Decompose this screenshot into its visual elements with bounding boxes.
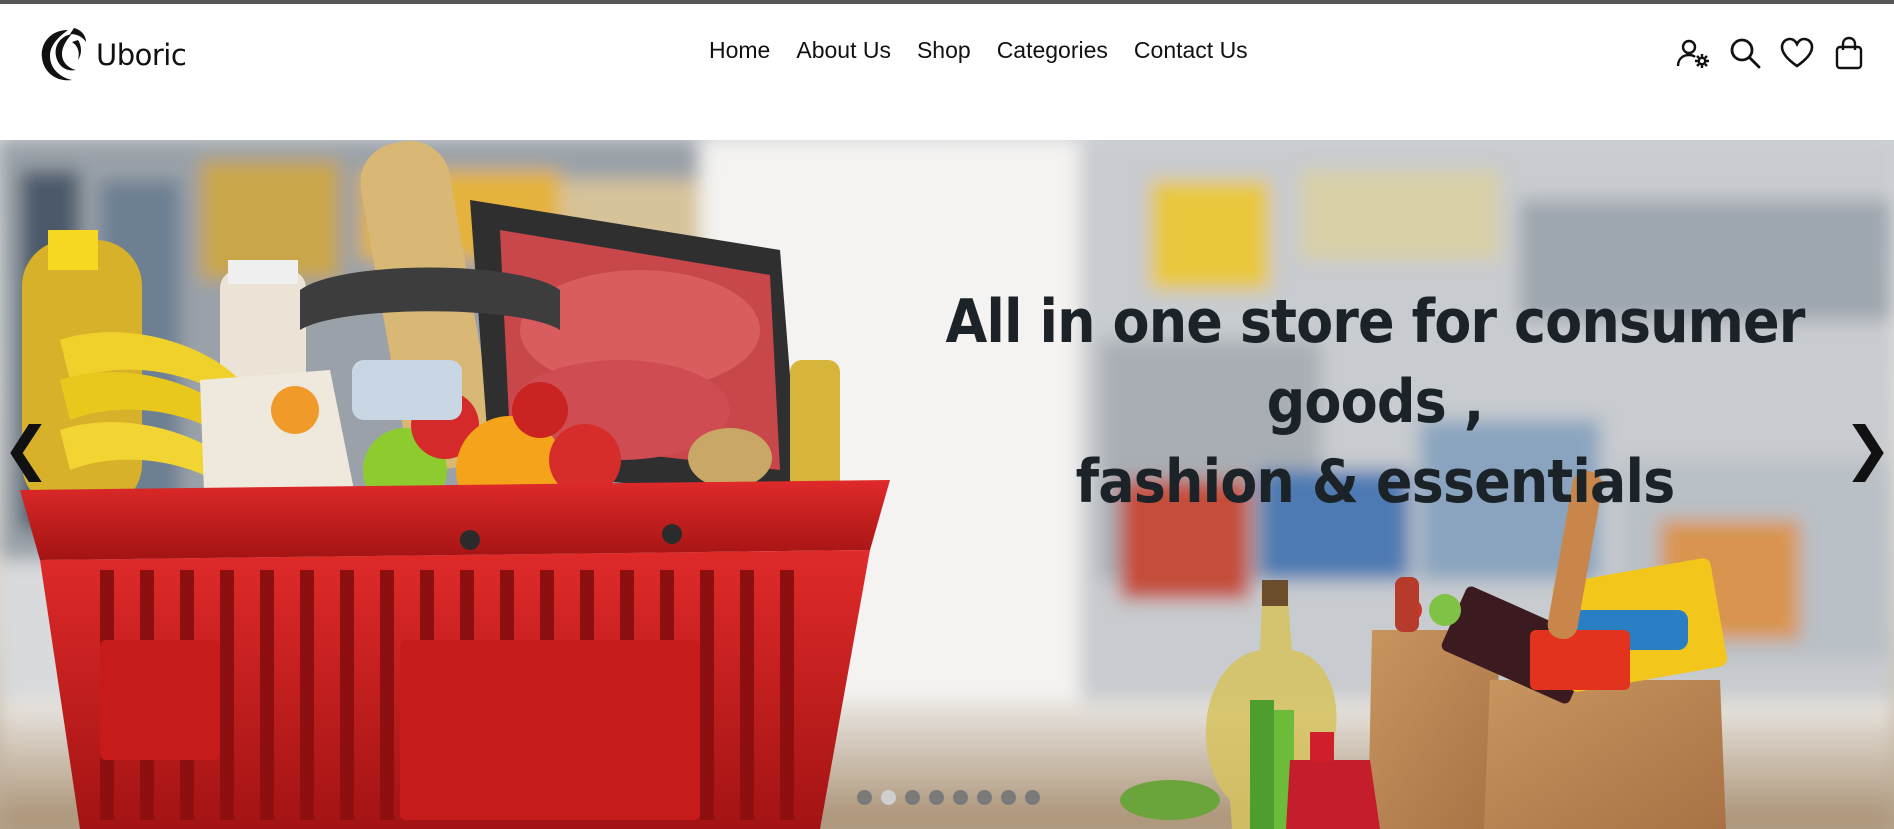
brand-name: Uboric — [96, 38, 187, 72]
hero-headline: All in one store for consumer goods , fa… — [912, 282, 1839, 522]
user-settings-icon[interactable] — [1676, 36, 1710, 70]
carousel-dot[interactable] — [1025, 790, 1040, 805]
nav-contact-us[interactable]: Contact Us — [1121, 34, 1261, 66]
hero-headline-line-1: All in one store for consumer goods , — [945, 287, 1805, 437]
hero-headline-line-2: fashion & essentials — [1075, 447, 1676, 517]
carousel-dot[interactable] — [905, 790, 920, 805]
carousel-dot[interactable] — [977, 790, 992, 805]
nav-home[interactable]: Home — [709, 34, 783, 66]
carousel-dot[interactable] — [881, 790, 896, 805]
swirl-logo-icon — [41, 28, 86, 81]
search-icon[interactable] — [1728, 36, 1762, 70]
heart-icon[interactable] — [1780, 36, 1814, 70]
carousel-next-button[interactable]: ❯ — [1843, 420, 1892, 478]
carousel-dot[interactable] — [1001, 790, 1016, 805]
carousel-prev-button[interactable]: ❮ — [2, 420, 51, 478]
nav-categories[interactable]: Categories — [984, 34, 1121, 66]
hero-carousel: All in one store for consumer goods , fa… — [0, 140, 1894, 829]
carousel-indicators — [857, 790, 1040, 805]
carousel-dot[interactable] — [953, 790, 968, 805]
nav-shop[interactable]: Shop — [904, 34, 984, 66]
shopping-bag-icon[interactable] — [1832, 36, 1866, 70]
nav-about-us[interactable]: About Us — [783, 34, 904, 66]
main-nav: Home About Us Shop Categories Contact Us — [709, 34, 1261, 66]
header-actions — [1676, 36, 1866, 70]
carousel-dot[interactable] — [857, 790, 872, 805]
brand-logo[interactable]: Uboric — [38, 24, 187, 86]
carousel-dot[interactable] — [929, 790, 944, 805]
site-header: Uboric Home About Us Shop Categories Con… — [0, 4, 1894, 140]
